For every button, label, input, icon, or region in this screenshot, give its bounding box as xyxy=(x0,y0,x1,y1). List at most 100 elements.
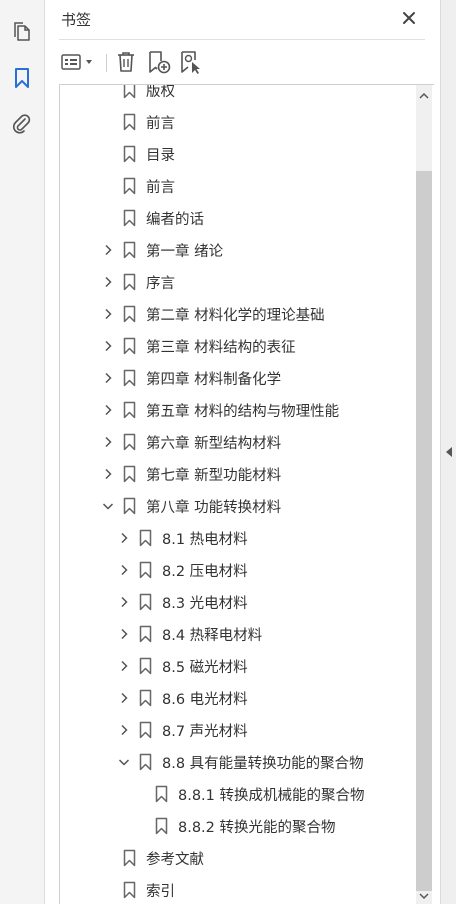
bookmark-row[interactable]: 8.2 压电材料 xyxy=(60,554,416,586)
expand-chevron-icon[interactable] xyxy=(102,436,114,448)
scroll-down-arrow-icon[interactable] xyxy=(416,889,432,903)
bookmark-label: 8.1 热电材料 xyxy=(162,532,248,548)
expand-chevron-icon[interactable] xyxy=(118,564,130,576)
panel-splitter[interactable] xyxy=(440,0,456,904)
bookmark-row[interactable]: 8.6 电光材料 xyxy=(60,682,416,714)
bookmark-row[interactable]: 8.8.2 转换光能的聚合物 xyxy=(60,810,416,842)
bookmark-label: 第三章 材料结构的表征 xyxy=(146,340,296,356)
expand-chevron-icon[interactable] xyxy=(102,276,114,288)
collapse-chevron-icon[interactable] xyxy=(102,500,114,512)
bookmark-label: 第八章 功能转换材料 xyxy=(146,500,282,516)
new-bookmark-from-structure-icon[interactable] xyxy=(177,48,205,76)
bookmark-label: 8.7 声光材料 xyxy=(162,724,248,740)
bookmark-row[interactable]: 8.4 热释电材料 xyxy=(60,618,416,650)
expand-chevron-icon[interactable] xyxy=(118,724,130,736)
bookmark-row[interactable]: 参考文献 xyxy=(60,842,416,874)
expand-chevron-icon[interactable] xyxy=(102,244,114,256)
bookmark-item-icon xyxy=(138,561,152,579)
pages-icon[interactable] xyxy=(8,18,36,46)
bookmark-label: 8.8.2 转换光能的聚合物 xyxy=(178,820,336,836)
bookmark-label: 前言 xyxy=(146,116,175,132)
expand-chevron-icon[interactable] xyxy=(102,404,114,416)
bookmark-row[interactable]: 8.1 热电材料 xyxy=(60,522,416,554)
bookmark-row[interactable]: 版权 xyxy=(60,85,416,106)
title-divider xyxy=(59,39,425,40)
bookmark-icon[interactable] xyxy=(8,64,36,92)
expand-chevron-icon[interactable] xyxy=(118,532,130,544)
bookmark-row[interactable]: 8.8.1 转换成机械能的聚合物 xyxy=(60,778,416,810)
bookmark-label: 8.4 热释电材料 xyxy=(162,628,263,644)
bookmark-item-icon xyxy=(122,369,136,387)
bookmark-item-icon xyxy=(138,753,152,771)
bookmark-row[interactable]: 第七章 新型功能材料 xyxy=(60,458,416,490)
bookmark-item-icon xyxy=(122,113,136,131)
delete-bookmark-icon[interactable] xyxy=(113,48,139,76)
bookmark-item-icon xyxy=(122,209,136,227)
bookmark-row[interactable]: 前言 xyxy=(60,170,416,202)
bookmark-item-icon xyxy=(122,145,136,163)
bookmark-item-icon xyxy=(122,305,136,323)
panel-title: 书签 xyxy=(61,11,92,29)
bookmark-label: 8.3 光电材料 xyxy=(162,596,248,612)
bookmark-item-icon xyxy=(122,85,136,99)
bookmark-item-icon xyxy=(138,689,152,707)
bookmark-row[interactable]: 8.7 声光材料 xyxy=(60,714,416,746)
bookmark-row[interactable]: 第一章 绪论 xyxy=(60,234,416,266)
bookmark-label: 序言 xyxy=(146,276,175,292)
bookmark-row[interactable]: 序言 xyxy=(60,266,416,298)
new-bookmark-icon[interactable] xyxy=(145,48,173,76)
bookmark-label: 前言 xyxy=(146,180,175,196)
options-menu-icon[interactable] xyxy=(59,48,97,76)
bookmark-label: 第七章 新型功能材料 xyxy=(146,468,282,484)
bookmark-list-scrollbar[interactable] xyxy=(416,85,432,904)
bookmark-label: 参考文献 xyxy=(146,852,204,868)
expand-chevron-icon[interactable] xyxy=(118,692,130,704)
bookmark-label: 8.6 电光材料 xyxy=(162,692,248,708)
bookmark-item-icon xyxy=(122,497,136,515)
scroll-up-arrow-icon[interactable] xyxy=(416,89,432,103)
collapse-panel-arrow-icon[interactable] xyxy=(445,446,453,458)
expand-chevron-icon[interactable] xyxy=(102,372,114,384)
expand-chevron-icon[interactable] xyxy=(102,468,114,480)
bookmark-row[interactable]: 第三章 材料结构的表征 xyxy=(60,330,416,362)
bookmark-item-icon xyxy=(138,625,152,643)
expand-chevron-icon[interactable] xyxy=(118,596,130,608)
expand-chevron-icon[interactable] xyxy=(102,308,114,320)
collapse-chevron-icon[interactable] xyxy=(118,756,130,768)
bookmark-row[interactable]: 8.3 光电材料 xyxy=(60,586,416,618)
expand-chevron-icon[interactable] xyxy=(118,628,130,640)
bookmark-item-icon xyxy=(122,241,136,259)
bookmark-row[interactable]: 前言 xyxy=(60,106,416,138)
bookmark-item-icon xyxy=(154,785,168,803)
bookmark-label: 第一章 绪论 xyxy=(146,244,224,260)
bookmark-item-icon xyxy=(122,849,136,867)
bookmark-row[interactable]: 第六章 新型结构材料 xyxy=(60,426,416,458)
bookmark-row[interactable]: 第五章 材料的结构与物理性能 xyxy=(60,394,416,426)
bookmark-label: 目录 xyxy=(146,148,175,164)
bookmark-row[interactable]: 第二章 材料化学的理论基础 xyxy=(60,298,416,330)
bookmark-row[interactable]: 目录 xyxy=(60,138,416,170)
bookmark-item-icon xyxy=(154,817,168,835)
navigation-rail xyxy=(0,0,45,904)
bookmark-item-icon xyxy=(122,401,136,419)
expand-chevron-icon[interactable] xyxy=(102,340,114,352)
bookmark-item-icon xyxy=(138,593,152,611)
bookmark-label: 8.8 具有能量转换功能的聚合物 xyxy=(162,756,364,772)
expand-chevron-icon[interactable] xyxy=(118,660,130,672)
bookmark-label: 8.2 压电材料 xyxy=(162,564,248,580)
bookmark-label: 第四章 材料制备化学 xyxy=(146,372,282,388)
bookmark-row[interactable]: 第八章 功能转换材料 xyxy=(60,490,416,522)
bookmark-row[interactable]: 第四章 材料制备化学 xyxy=(60,362,416,394)
bookmark-row[interactable]: 索引 xyxy=(60,874,416,904)
toolbar-divider xyxy=(106,54,107,72)
bookmark-label: 8.8.1 转换成机械能的聚合物 xyxy=(178,788,365,804)
bookmark-row[interactable]: 8.8 具有能量转换功能的聚合物 xyxy=(60,746,416,778)
scrollbar-thumb[interactable] xyxy=(416,171,432,891)
close-icon[interactable] xyxy=(399,8,419,28)
attachment-icon[interactable] xyxy=(8,110,36,138)
bookmark-label: 8.5 磁光材料 xyxy=(162,660,248,676)
bookmark-item-icon xyxy=(122,433,136,451)
bookmark-item-icon xyxy=(122,881,136,899)
bookmark-row[interactable]: 编者的话 xyxy=(60,202,416,234)
bookmark-row[interactable]: 8.5 磁光材料 xyxy=(60,650,416,682)
